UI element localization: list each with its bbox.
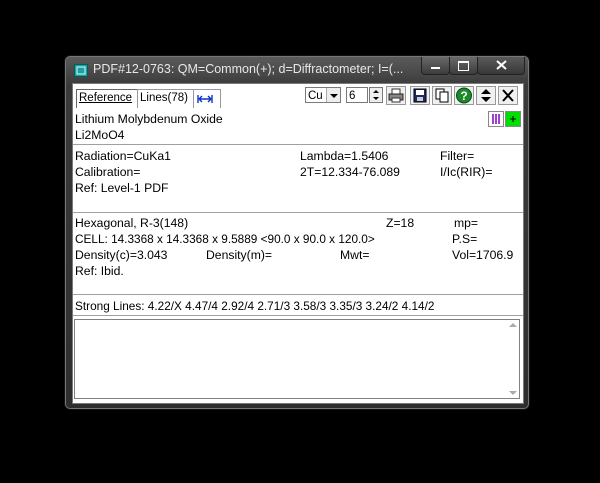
print-button[interactable] [386,86,406,105]
compound-name: Lithium Molybdenum Oxide [75,112,223,126]
scroll-up-icon [509,323,517,327]
radiation-ref: Ref: Level-1 PDF [75,181,169,195]
tab-reference[interactable]: Reference [76,89,138,108]
help-icon: ? [456,87,472,104]
navigate-button[interactable] [476,86,496,105]
maximize-icon [458,61,469,71]
close-icon [502,89,514,102]
add-button[interactable] [505,111,521,127]
minimize-button[interactable] [421,57,450,75]
two-theta-label: 2T=12.334-76.089 [300,165,400,179]
printer-icon [388,88,404,103]
rir-label: I/Ic(RIR)= [440,165,493,179]
ps-label: P.S= [452,232,478,246]
radiation-element-select[interactable]: Cu [305,87,341,103]
maximize-button[interactable] [449,57,478,75]
minimize-icon [431,67,440,69]
digits-spinner[interactable] [369,87,383,103]
title-bar[interactable]: PDF#12-0763: QM=Common(+); d=Diffractome… [65,56,529,83]
up-down-arrows-icon [481,89,491,102]
density-c-label: Density(c)=3.043 [75,248,168,262]
divider [73,315,523,317]
strong-lines: Strong Lines: 4.22/X 4.47/4 2.92/4 2.71/… [75,299,435,313]
window-title: PDF#12-0763: QM=Common(+); d=Diffractome… [93,62,404,76]
divider [73,144,523,146]
close-icon [496,60,507,70]
floppy-disk-icon [413,88,427,103]
comments-scrollbar[interactable] [506,320,519,398]
mp-label: mp= [454,216,479,230]
divider [73,212,523,214]
expand-width-icon [197,95,213,103]
mwt-label: Mwt= [340,248,370,262]
pdf-card-window: PDF#12-0763: QM=Common(+); d=Diffractome… [64,55,530,410]
compound-formula: Li2MoO4 [75,128,125,142]
svg-text:?: ? [460,89,467,103]
help-button[interactable]: ? [454,86,474,105]
close-window-button[interactable] [477,57,525,75]
toolbar: Reference Lines(78) Cu 6 ? [73,84,523,108]
scroll-down-icon [509,391,517,395]
card-content: Reference Lines(78) Cu 6 ? Lithium Molyb… [72,83,524,404]
vol-label: Vol=1706.9 [452,248,514,262]
calibration-label: Calibration= [75,165,141,179]
close-card-button[interactable] [498,86,518,105]
filter-label: Filter= [440,149,475,163]
tab-expand[interactable] [193,89,221,108]
z-label: Z=18 [386,216,415,230]
comments-area[interactable] [74,319,520,399]
app-icon [74,64,88,77]
structure-swatch[interactable] [488,111,504,127]
lambda-label: Lambda=1.5406 [300,149,389,163]
divider [73,294,523,296]
copy-button[interactable] [432,86,452,105]
density-m-label: Density(m)= [206,248,273,262]
spinner-arrows-icon [373,90,379,100]
copy-icon [435,88,449,103]
bars-icon [492,114,500,124]
tab-lines[interactable]: Lines(78) [137,89,194,108]
save-button[interactable] [410,86,430,105]
radiation-label: Radiation=CuKa1 [75,149,171,163]
plus-icon [510,116,516,122]
digits-input[interactable]: 6 [346,87,368,103]
chevron-down-icon [326,88,340,102]
cell-label: CELL: 14.3368 x 14.3368 x 9.5889 <90.0 x… [75,232,375,246]
crystal-ref: Ref: Ibid. [75,264,124,278]
crystal-system: Hexagonal, R-3(148) [75,216,189,230]
